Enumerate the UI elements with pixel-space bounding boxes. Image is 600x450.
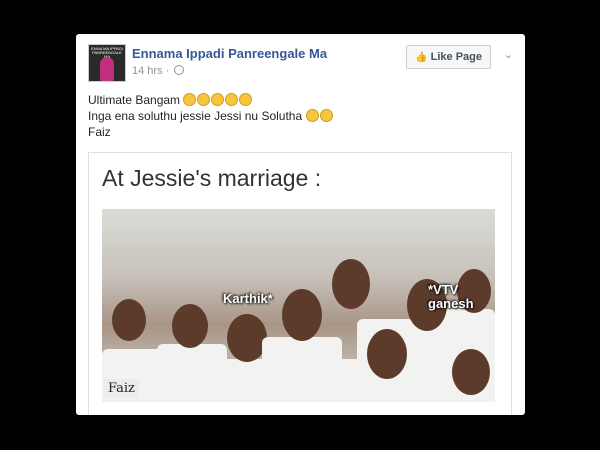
post-text: Ultimate Bangam Inga ena soluthu jessie … bbox=[88, 92, 513, 140]
post-line-1: Ultimate Bangam bbox=[88, 92, 513, 108]
meme-label-vtv-ganesh: *VTV ganesh bbox=[428, 282, 474, 311]
grinning-face-icon bbox=[197, 93, 211, 106]
crowd-face bbox=[332, 259, 370, 309]
post-meta: 14 hrs · bbox=[132, 65, 185, 77]
meme-photo[interactable]: Karthik* *VTV ganesh Faiz bbox=[102, 209, 495, 402]
page-avatar[interactable]: ENNA MA IPPADI PANREENGALE MA bbox=[88, 44, 126, 82]
crowd-face bbox=[367, 329, 407, 379]
post-line-2: Inga ena soluthu jessie Jessi nu Solutha bbox=[88, 108, 513, 124]
post-line-1-text: Ultimate Bangam bbox=[88, 93, 181, 107]
grinning-face-icon bbox=[211, 93, 225, 106]
meme-label-karthik: Karthik* bbox=[223, 291, 273, 306]
post-header: ENNA MA IPPADI PANREENGALE MA Ennama Ipp… bbox=[88, 44, 513, 82]
thumbs-up-icon: 👍 bbox=[415, 52, 428, 63]
post-line-3: Faiz bbox=[88, 125, 111, 139]
post-line-2-text: Inga ena soluthu jessie Jessi nu Solutha bbox=[88, 109, 303, 123]
crowd-face bbox=[282, 289, 322, 341]
meme-title: At Jessie's marriage : bbox=[102, 165, 322, 191]
grinning-face-icon bbox=[305, 109, 319, 122]
globe-icon bbox=[174, 65, 185, 75]
grinning-face-icon bbox=[239, 93, 253, 106]
page-name-link[interactable]: Ennama Ippadi Panreengale Ma bbox=[132, 46, 327, 61]
shared-image-card[interactable]: At Jessie's marriage : Karthik* *VTV gan… bbox=[88, 152, 512, 415]
grinning-face-icon bbox=[319, 109, 333, 122]
chevron-down-icon[interactable]: ⌄ bbox=[504, 48, 513, 61]
grinning-face-icon bbox=[225, 93, 239, 106]
crowd-face bbox=[112, 299, 146, 341]
post-card: ENNA MA IPPADI PANREENGALE MA Ennama Ipp… bbox=[76, 34, 525, 415]
avatar-figure bbox=[100, 57, 114, 81]
like-page-button[interactable]: 👍 Like Page bbox=[406, 45, 491, 69]
like-page-label: Like Page bbox=[430, 51, 482, 63]
meme-watermark: Faiz bbox=[104, 379, 139, 398]
crowd-face bbox=[172, 304, 208, 348]
crowd-face bbox=[227, 314, 267, 362]
crowd-face bbox=[452, 349, 490, 395]
grinning-face-icon bbox=[183, 93, 197, 106]
post-time[interactable]: 14 hrs bbox=[132, 65, 163, 77]
